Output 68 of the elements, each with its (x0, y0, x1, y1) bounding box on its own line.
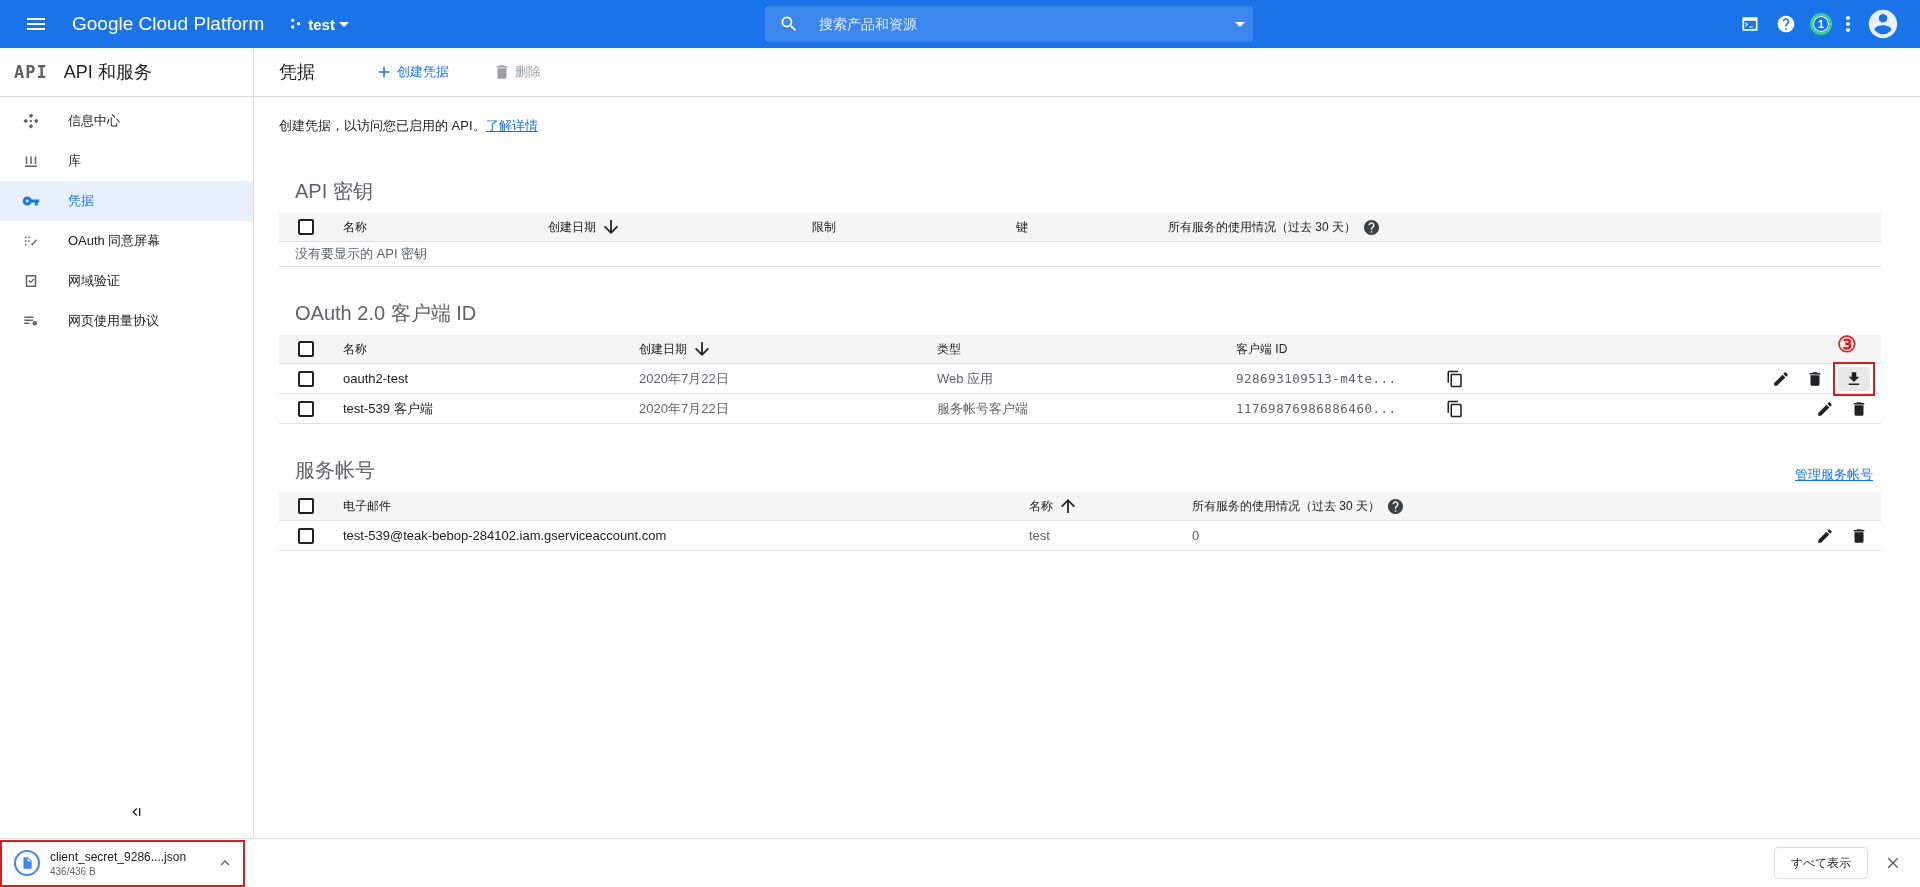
table-cell: 0 (1192, 528, 1200, 543)
table-cell: test-539@teak-bebop-284102.iam.gserviceaccount.com (343, 528, 667, 543)
terminal-icon (1740, 14, 1760, 34)
section-title: API 密钥 (295, 179, 373, 204)
caret-icon (338, 21, 349, 27)
column-header: 电子邮件 (343, 497, 391, 515)
copy-icon (1446, 369, 1464, 388)
sidebar-item[interactable]: 凭据 (0, 181, 253, 221)
sidebar-item[interactable]: 库 (0, 141, 253, 181)
checkbox[interactable] (298, 498, 314, 514)
column-header: 名称 (343, 340, 367, 358)
column-header: 客户端 ID (1236, 340, 1288, 358)
notification-badge[interactable]: 1 (1810, 13, 1832, 35)
table-cell: test (1029, 528, 1050, 543)
pencil-icon (1816, 399, 1834, 418)
product-name: Google Cloud Platform (72, 13, 265, 35)
create-button[interactable]: 创建凭据 (371, 59, 453, 85)
table-cell: test-539 客户端 (343, 399, 433, 418)
table-cell: oauth2-test (343, 371, 409, 386)
api-logo: API (14, 62, 48, 82)
column-header: 名称 (1029, 497, 1053, 515)
table-cell: Web 应用 (937, 369, 994, 388)
caret-icon (1235, 21, 1246, 27)
checkbox[interactable] (298, 341, 314, 357)
download-item[interactable]: client_secret_9286....json 436/436 B (0, 839, 245, 887)
avatar-icon (1866, 7, 1900, 41)
search-box[interactable]: 搜索产品和资源 (765, 6, 1254, 42)
sidebar-item[interactable]: 网域验证 (0, 261, 253, 301)
file-size: 436/436 B (50, 865, 97, 877)
column-header: 键 (1016, 218, 1028, 236)
section-title: 服务帐号 (295, 458, 375, 483)
table-cell: 服务帐号客户端 (937, 399, 1028, 418)
annotation-label: ③ (1837, 331, 1857, 358)
sidebar-item[interactable]: 网页使用量协议 (0, 301, 253, 341)
column-header: 创建日期 (548, 218, 596, 236)
help-icon (1776, 14, 1796, 34)
sidebar-item[interactable]: OAuth 同意屏幕 (0, 221, 253, 261)
table-cell: 928693109513-m4te... (1236, 371, 1397, 386)
column-header: 创建日期 (639, 340, 687, 358)
table-cell: 2020年7月22日 (639, 399, 729, 418)
file-name: client_secret_9286....json (50, 849, 187, 864)
column-header: 所有服务的使用情况（过去 30 天） (1168, 218, 1356, 236)
checkbox[interactable] (298, 370, 314, 387)
table-cell: 11769876986886460... (1236, 401, 1397, 416)
section-title: OAuth 2.0 客户端 ID (295, 301, 477, 326)
manage-link[interactable]: 管理服务帐号 (1795, 466, 1873, 484)
column-header: 限制 (812, 218, 836, 236)
pencil-icon (1772, 369, 1790, 388)
checkbox[interactable] (298, 219, 314, 235)
intro-text: 创建凭据，以访问您已启用的 API。了解详情 (279, 117, 539, 135)
column-header: 类型 (937, 340, 961, 358)
column-header: 名称 (343, 218, 367, 236)
pencil-icon (1816, 526, 1834, 545)
checkbox[interactable] (298, 527, 314, 544)
more-icon (1846, 16, 1850, 32)
page-title: 凭据 (279, 61, 315, 84)
checkbox[interactable] (298, 400, 314, 417)
sidebar-item[interactable]: 信息中心 (0, 101, 253, 141)
table-cell: 2020年7月22日 (639, 369, 729, 388)
learn-more-link[interactable]: 了解详情 (485, 118, 538, 133)
empty-message: 没有要显示的 API 密钥 (279, 242, 1881, 267)
project-selector[interactable]: test (284, 11, 353, 37)
sidebar-title: API 和服务 (63, 61, 152, 84)
show-all-button[interactable]: すべて表示 (1774, 847, 1868, 879)
diamond-dots-icon (22, 112, 40, 130)
search-field[interactable]: 搜索产品和资源 (817, 15, 1218, 33)
copy-icon (1446, 399, 1464, 418)
column-header: 所有服务的使用情况（过去 30 天） (1192, 497, 1380, 515)
